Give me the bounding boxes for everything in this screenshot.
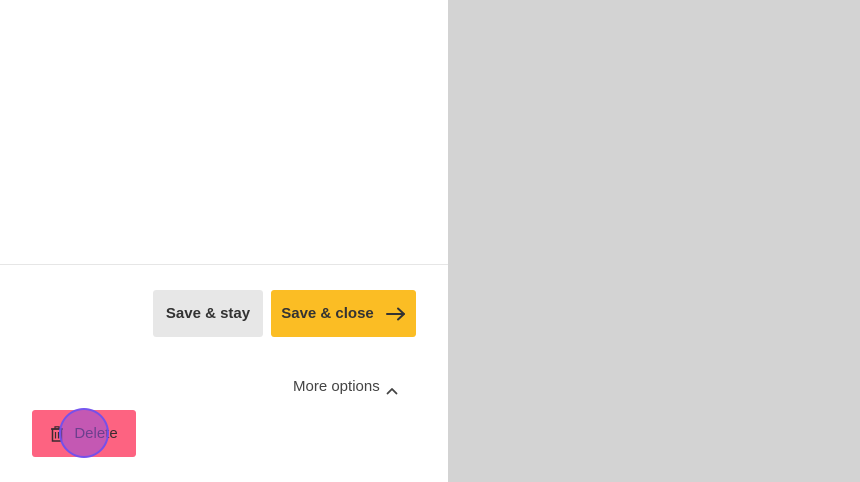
footer-divider [0, 264, 448, 265]
more-options-label: More options [293, 377, 380, 395]
arrow-right-icon [385, 307, 406, 321]
delete-button[interactable]: Delete [32, 410, 136, 457]
page: Save & stay Save & close More options De… [0, 0, 860, 482]
save-and-stay-button[interactable]: Save & stay [153, 290, 263, 337]
delete-label: Delete [74, 425, 118, 442]
form-panel: Save & stay Save & close More options De… [0, 0, 448, 482]
chevron-up-icon [386, 382, 398, 395]
trash-icon [50, 425, 64, 442]
save-and-close-label: Save & close [281, 305, 374, 322]
save-and-stay-label: Save & stay [165, 305, 251, 322]
side-panel [448, 0, 860, 482]
save-and-close-button[interactable]: Save & close [271, 290, 416, 337]
more-options-toggle[interactable]: More options [293, 375, 398, 397]
